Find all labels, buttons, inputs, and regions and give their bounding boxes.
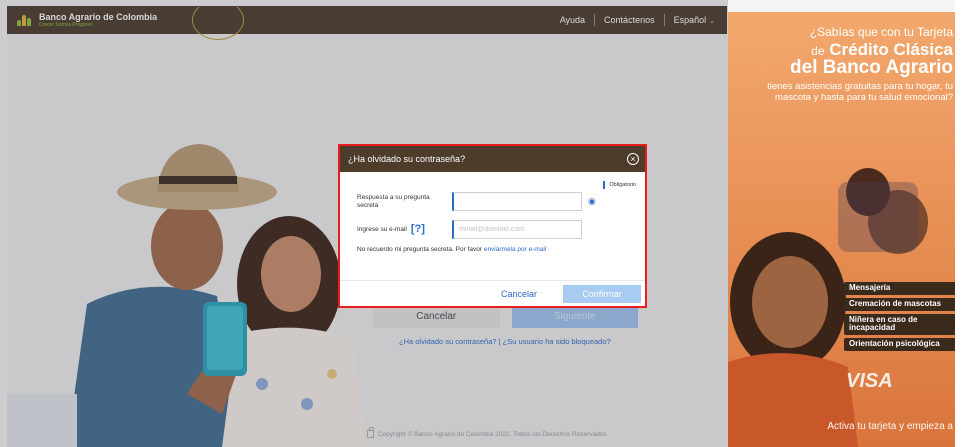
ad-footer: Activa tu tarjeta y empieza a	[827, 421, 953, 432]
dialog-header: ¿Ha olvidado su contraseña? ×	[340, 146, 645, 172]
send-by-email-link[interactable]: enviármela por e-mail	[484, 246, 547, 253]
page-edge	[955, 0, 961, 447]
required-label: Obligatorio	[609, 182, 636, 188]
forgot-password-dialog: ¿Ha olvidado su contraseña? × Obligatori…	[338, 144, 647, 308]
ad-line-2: de Crédito Clásica	[733, 39, 953, 59]
show-password-icon[interactable]: ◉	[588, 196, 596, 207]
ad-benefit: Cremación de mascotas	[844, 297, 961, 311]
ad-benefits-list: Mensajería Cremación de mascotas Niñera …	[844, 282, 961, 354]
email-help-icon[interactable]: [?]	[411, 223, 425, 236]
secret-answer-label: Respuesta a su pregunta secreta	[357, 193, 430, 209]
required-mark	[603, 181, 606, 189]
email-input[interactable]	[452, 220, 582, 239]
close-icon[interactable]: ×	[627, 153, 639, 165]
dialog-footer: Cancelar Confirmar	[340, 280, 645, 306]
required-legend: Obligatorio	[603, 181, 636, 189]
secret-answer-row: Respuesta a su pregunta secreta ◉	[357, 192, 596, 211]
email-label-group: Ingrese su e-mail [?]	[357, 223, 452, 236]
ad-headline: ¿Sabías que con tu Tarjeta de Crédito Cl…	[733, 26, 953, 104]
email-label: Ingrese su e-mail	[357, 225, 407, 233]
confirm-button[interactable]: Confirmar	[563, 284, 641, 303]
ad-line-4: tienes asistencias gratuitas para tu hog…	[767, 81, 953, 104]
ad-benefit: Orientación psicológica	[844, 338, 961, 351]
forgot-question-text: No recuerdo mi pregunta secreta. Por fav…	[357, 246, 483, 253]
email-row: Ingrese su e-mail [?]	[357, 220, 582, 239]
ad-benefit: Mensajería	[844, 282, 961, 295]
ad-line-2-text: Crédito Clásica	[829, 39, 953, 59]
ad-benefit: Niñera en caso de incapacidad	[844, 313, 961, 336]
credit-card-ad[interactable]: ¿Sabías que con tu Tarjeta de Crédito Cl…	[728, 12, 961, 447]
dialog-title: ¿Ha olvidado su contraseña?	[348, 154, 466, 164]
secret-answer-input[interactable]	[452, 192, 582, 211]
forgot-question-line: No recuerdo mi pregunta secreta. Por fav…	[357, 246, 546, 253]
ad-line-3: del Banco Agrario	[790, 57, 953, 79]
visa-logo: VISA	[846, 370, 893, 392]
ad-line-1: ¿Sabías que con tu Tarjeta	[809, 25, 953, 39]
cancel-button[interactable]: Cancelar	[501, 289, 537, 299]
ad-line-2-prefix: de	[811, 43, 825, 58]
